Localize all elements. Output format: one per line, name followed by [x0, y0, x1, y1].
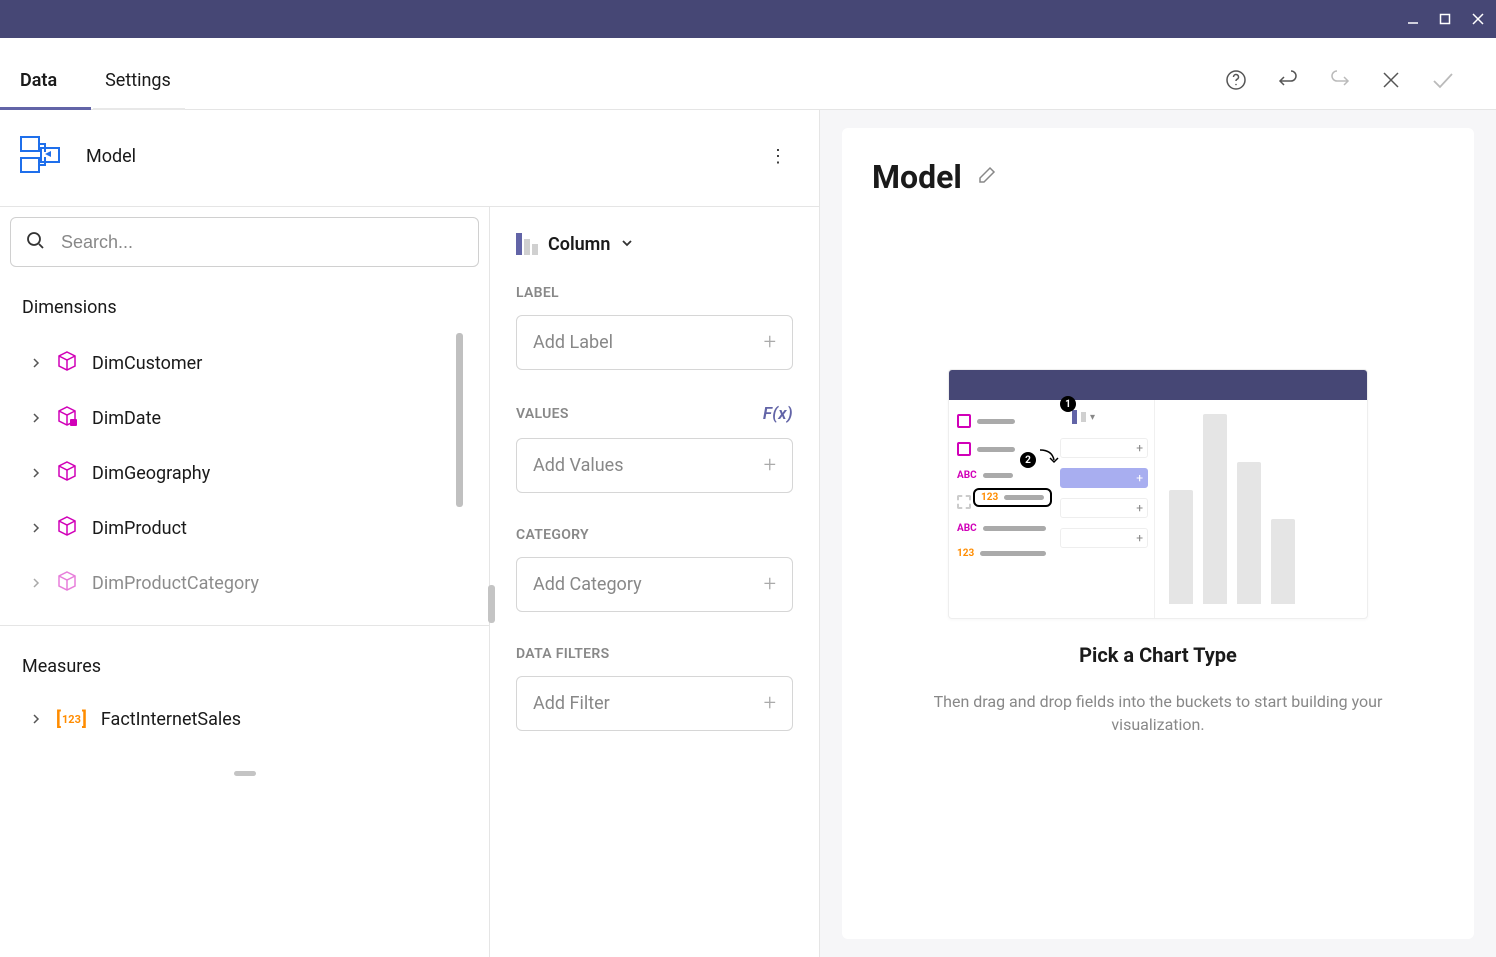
- chevron-right-icon: [30, 518, 42, 539]
- visualization-canvas: Model ABC ABC 123: [820, 110, 1496, 957]
- plus-icon: +: [764, 453, 776, 478]
- chart-type-label: Column: [548, 234, 610, 255]
- search-field[interactable]: [61, 232, 464, 253]
- filters-bucket-heading: DATA FILTERS: [516, 646, 793, 662]
- values-bucket-heading: VALUES F(x): [516, 404, 793, 424]
- dimension-item[interactable]: DimProduct: [22, 501, 467, 556]
- cube-icon: [56, 515, 78, 542]
- minimize-button[interactable]: [1406, 12, 1420, 26]
- dimension-label: DimGeography: [92, 463, 210, 484]
- chart-type-selector[interactable]: Column: [516, 233, 793, 255]
- chevron-right-icon: [30, 463, 42, 484]
- scrollbar[interactable]: [456, 333, 463, 507]
- dimension-item[interactable]: DimDate: [22, 391, 467, 446]
- fx-icon[interactable]: F(x): [763, 404, 793, 424]
- dimensions-heading: Dimensions: [22, 297, 467, 318]
- top-bar: Data Settings: [0, 38, 1496, 110]
- tab-data[interactable]: Data: [20, 70, 57, 109]
- redo-icon[interactable]: [1328, 68, 1352, 96]
- label-bucket[interactable]: Add Label +: [516, 315, 793, 370]
- edit-title-icon[interactable]: [976, 164, 998, 190]
- chevron-down-icon: [620, 234, 634, 255]
- more-options-icon[interactable]: ⋮: [769, 146, 799, 167]
- resize-handle[interactable]: [234, 771, 256, 776]
- placeholder-subtext: Then drag and drop fields into the bucke…: [918, 691, 1398, 736]
- cube-icon: [56, 350, 78, 377]
- measures-heading: Measures: [22, 656, 467, 677]
- confirm-icon[interactable]: [1430, 67, 1456, 97]
- window-close-button[interactable]: [1470, 11, 1486, 27]
- undo-icon[interactable]: [1276, 68, 1300, 96]
- plus-icon: +: [764, 330, 776, 355]
- help-icon[interactable]: [1224, 68, 1248, 96]
- chevron-right-icon: [30, 353, 42, 374]
- chevron-right-icon: [30, 709, 42, 730]
- tab-settings[interactable]: Settings: [105, 70, 171, 109]
- dimension-label: DimDate: [92, 408, 161, 429]
- data-panel: Model ⋮ Dimensions: [0, 110, 820, 957]
- numeric-icon: [123]: [56, 709, 87, 730]
- label-bucket-placeholder: Add Label: [533, 332, 613, 353]
- plus-icon: +: [764, 691, 776, 716]
- window-titlebar: [0, 0, 1496, 38]
- scrollbar[interactable]: [488, 585, 495, 623]
- placeholder-illustration: ABC ABC 123 1 ▾ + 2: [948, 369, 1368, 619]
- cube-icon: [56, 405, 78, 432]
- plus-icon: +: [764, 572, 776, 597]
- values-bucket-placeholder: Add Values: [533, 455, 624, 476]
- category-bucket-heading: CATEGORY: [516, 527, 793, 543]
- category-bucket-placeholder: Add Category: [533, 574, 642, 595]
- cube-icon: [56, 460, 78, 487]
- maximize-button[interactable]: [1438, 12, 1452, 26]
- chevron-right-icon: [30, 573, 42, 594]
- column-chart-icon: [516, 233, 538, 255]
- measure-label: FactInternetSales: [101, 709, 241, 730]
- filters-bucket[interactable]: Add Filter +: [516, 676, 793, 731]
- category-bucket[interactable]: Add Category +: [516, 557, 793, 612]
- model-icon: [18, 134, 64, 178]
- dimension-item[interactable]: DimCustomer: [22, 336, 467, 391]
- search-input[interactable]: [10, 217, 479, 267]
- dimension-label: DimProduct: [92, 518, 187, 539]
- close-icon[interactable]: [1380, 69, 1402, 95]
- dimension-item[interactable]: DimGeography: [22, 446, 467, 501]
- label-bucket-heading: LABEL: [516, 285, 793, 301]
- filters-bucket-placeholder: Add Filter: [533, 693, 610, 714]
- values-bucket[interactable]: Add Values +: [516, 438, 793, 493]
- dimension-label: DimCustomer: [92, 353, 202, 374]
- search-icon: [25, 230, 45, 254]
- dimension-item[interactable]: DimProductCategory: [22, 556, 467, 611]
- visualization-title: Model: [872, 158, 962, 196]
- model-name: Model: [86, 146, 747, 167]
- placeholder-headline: Pick a Chart Type: [1079, 643, 1237, 667]
- cube-icon: [56, 570, 78, 597]
- dimension-label: DimProductCategory: [92, 573, 259, 594]
- measure-item[interactable]: [123] FactInternetSales: [22, 695, 467, 744]
- chevron-right-icon: [30, 408, 42, 429]
